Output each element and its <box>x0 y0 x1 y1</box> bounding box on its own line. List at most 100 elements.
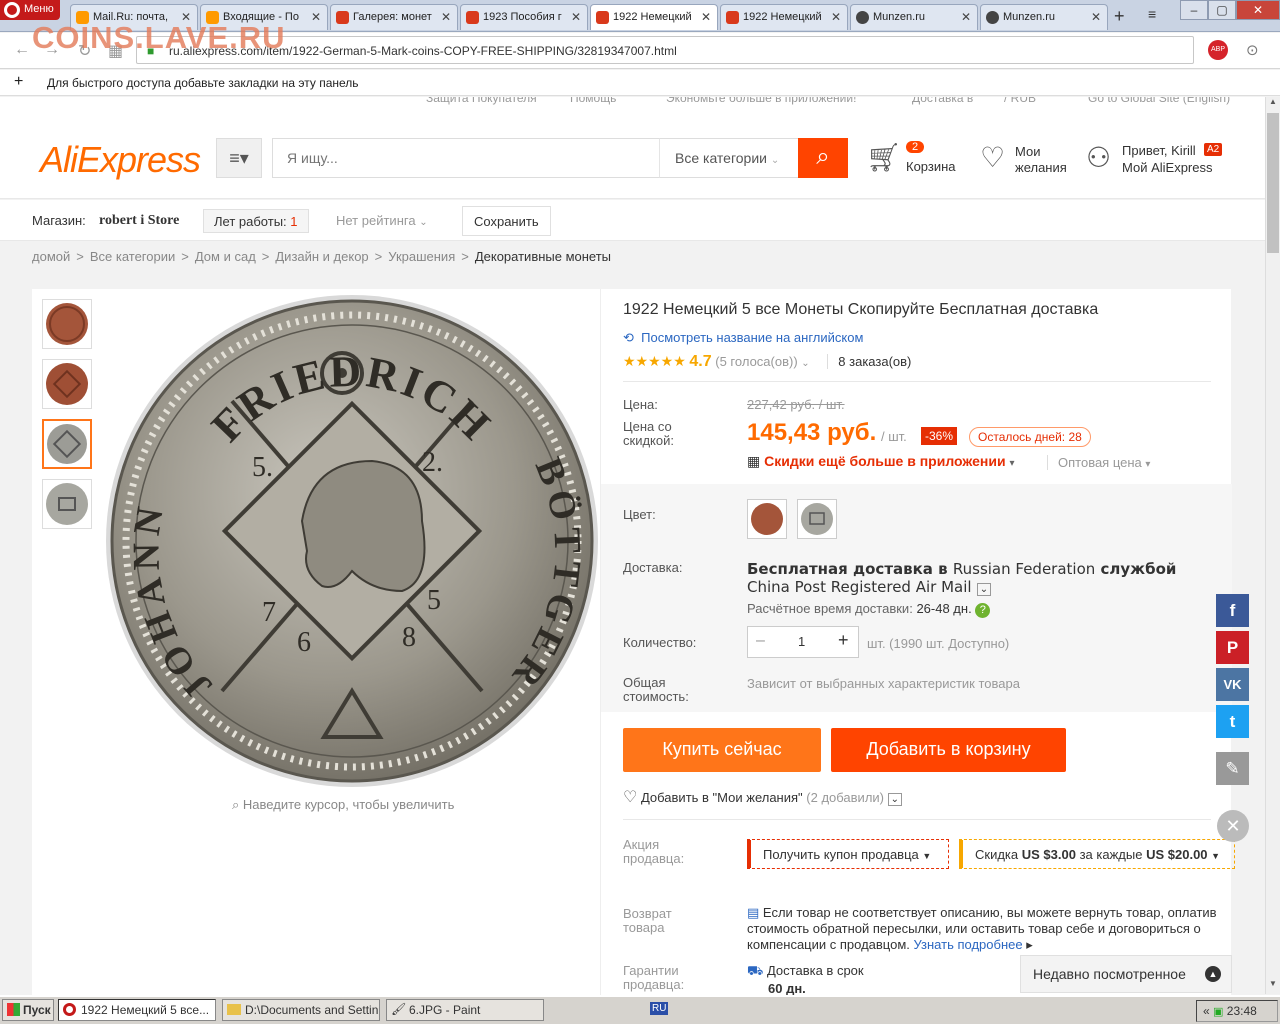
scroll-down-icon[interactable]: ▼ <box>1267 979 1279 993</box>
bookmarks-hint: Для быстрого доступа добавьте закладки н… <box>47 76 359 90</box>
coin-number: 5. <box>252 452 273 483</box>
taskbar-item-opera[interactable]: 1922 Немецкий 5 все... <box>58 999 216 1021</box>
close-tab-icon[interactable]: ✕ <box>1091 10 1101 24</box>
aliexpress-favicon-icon <box>466 11 479 24</box>
twitter-share-icon[interactable]: t <box>1216 705 1249 738</box>
network-icon[interactable]: ▣ <box>1213 1006 1223 1018</box>
help-icon[interactable]: ? <box>975 603 991 618</box>
search-input[interactable] <box>273 139 653 177</box>
add-to-cart-button[interactable]: Добавить в корзину <box>831 728 1066 772</box>
store-name-link[interactable]: robert i Store <box>99 213 179 229</box>
color-option-copper[interactable] <box>747 499 787 539</box>
scroll-thumb[interactable] <box>1267 113 1279 253</box>
cart-link[interactable]: 🛒︎ 2 Корзина <box>866 139 966 179</box>
buyer-protection-link[interactable]: Защита Покупателя <box>426 97 537 105</box>
decrease-qty-button[interactable]: – <box>756 632 765 650</box>
close-tab-icon[interactable]: ✕ <box>571 10 581 24</box>
app-discount-link[interactable]: ▦ Скидки ещё больше в приложении ▾ <box>747 453 1015 470</box>
pinterest-share-icon[interactable]: P <box>1216 631 1249 664</box>
language-indicator[interactable]: RU <box>650 1002 669 1015</box>
buy-now-button[interactable]: Купить сейчас <box>623 728 821 772</box>
shipping-dropdown-icon[interactable]: ⌄ <box>976 583 992 596</box>
close-window-icon[interactable]: ✕ <box>1236 0 1280 20</box>
taskbar-item-paint[interactable]: 🖌︎ 6.JPG - Paint <box>386 999 544 1021</box>
coin-number: 2. <box>422 447 443 478</box>
store-rating[interactable]: Нет рейтинга ⌄ <box>326 209 438 233</box>
chevron-up-icon: ▲ <box>1205 966 1221 982</box>
bookmarks-bar: + Для быстрого доступа добавьте закладки… <box>0 70 1280 96</box>
minimize-icon[interactable]: – <box>1180 0 1208 20</box>
download-icon[interactable]: ⊙ <box>1246 41 1259 59</box>
app-promo-link[interactable]: Экономьте больше в приложении! <box>666 97 856 105</box>
add-to-wishlist-link[interactable]: ♡ Добавить в "Мои желания" (2 добавили) … <box>623 787 903 807</box>
close-tab-icon[interactable]: ✕ <box>701 10 711 24</box>
new-tab-icon[interactable]: + <box>1114 6 1125 27</box>
global-site-link[interactable]: Go to Global Site (English) <box>1088 97 1230 105</box>
categories-menu-button[interactable]: ≡▾ <box>216 138 262 178</box>
browser-tab[interactable]: Галерея: монет ✕ <box>330 4 458 30</box>
feedback-pencil-icon[interactable]: ✎ <box>1216 752 1249 785</box>
browser-tab[interactable]: Munzen.ru ✕ <box>850 4 978 30</box>
url-field[interactable]: ■ ru.aliexpress.com/item/1922-German-5-M… <box>136 36 1223 64</box>
thumbnail-silver-front[interactable] <box>42 419 92 469</box>
close-tab-icon[interactable]: ✕ <box>961 10 971 24</box>
thumbnail-silver-back[interactable] <box>42 479 92 529</box>
total-price: Зависит от выбранных характеристик товар… <box>747 676 1020 691</box>
breadcrumb-design-decor[interactable]: Дизайн и декор <box>275 249 368 264</box>
vk-share-icon[interactable]: VK <box>1216 668 1249 701</box>
add-bookmark-icon[interactable]: + <box>14 73 23 91</box>
adblock-icon[interactable]: ABP <box>1208 40 1228 60</box>
chevron-down-icon: ⌄ <box>770 155 780 166</box>
learn-more-link[interactable]: Узнать подробнее <box>914 937 1023 952</box>
tray-expand-icon[interactable]: « <box>1203 1004 1210 1018</box>
caret-down-icon: ▼ <box>922 851 932 861</box>
wholesale-price-link[interactable]: Оптовая цена ▾ <box>1047 455 1150 470</box>
browser-menu-button[interactable]: Меню <box>0 0 60 20</box>
browser-tab[interactable]: Munzen.ru ✕ <box>980 4 1108 30</box>
back-icon[interactable]: ← <box>14 41 30 59</box>
store-bar: Магазин: robert i Store Лет работы: 1 Не… <box>0 200 1265 241</box>
page-scrollbar[interactable]: ▲ ▼ <box>1265 97 1280 994</box>
breadcrumb-all-categories[interactable]: Все категории <box>90 249 175 264</box>
rating-row: ★★★★★ 4.7 (5 голоса(ов)) ⌄ 8 заказа(ов) <box>623 353 912 370</box>
munzen-favicon-icon <box>986 11 999 24</box>
ship-to-link[interactable]: Доставка в <box>912 97 973 105</box>
get-coupon-button[interactable]: Получить купон продавца ▼ <box>747 839 949 869</box>
category-select[interactable]: Все категории ⌄ <box>659 138 799 178</box>
start-button[interactable]: Пуск <box>2 999 54 1021</box>
breadcrumb-home[interactable]: домой <box>32 249 70 264</box>
qr-code-icon: ▦ <box>747 453 761 469</box>
product-image-coin[interactable]: FRIEDRICH JOHANN BÖTTGER 5. 2. 7 6 8 5 <box>102 291 602 791</box>
close-tab-icon[interactable]: ✕ <box>311 10 321 24</box>
close-share-icon[interactable]: ✕ <box>1217 810 1249 842</box>
votes-link[interactable]: (5 голоса(ов)) <box>715 354 797 369</box>
taskbar-item-explorer[interactable]: D:\Documents and Settin... <box>222 999 380 1021</box>
thumbnail-copper-back[interactable] <box>42 359 92 409</box>
maximize-icon[interactable]: ▢ <box>1208 0 1236 20</box>
tab-list-icon[interactable]: ≡ <box>1148 6 1156 22</box>
scroll-up-icon[interactable]: ▲ <box>1267 97 1279 111</box>
color-option-silver[interactable] <box>797 499 837 539</box>
translate-title-link[interactable]: ⟲ Посмотреть название на английском <box>623 330 863 346</box>
currency-link[interactable]: / RUB <box>1004 97 1036 105</box>
browser-tab-active[interactable]: 1922 Немецкий ✕ <box>590 4 718 30</box>
browser-tab[interactable]: 1922 Немецкий ✕ <box>720 4 848 30</box>
close-tab-icon[interactable]: ✕ <box>441 10 451 24</box>
breadcrumb-jewelry[interactable]: Украшения <box>388 249 455 264</box>
help-link[interactable]: Помощь <box>570 97 616 105</box>
search-button[interactable]: ⌕ <box>798 138 848 178</box>
breadcrumb-home-garden[interactable]: Дом и сад <box>195 249 256 264</box>
clock: 23:48 <box>1226 1004 1257 1018</box>
thumbnail-copper-front[interactable] <box>42 299 92 349</box>
seller-discount[interactable]: Скидка US $3.00 за каждые US $20.00 ▼ <box>959 839 1235 869</box>
cart-label: Корзина <box>906 159 956 174</box>
facebook-share-icon[interactable]: f <box>1216 594 1249 627</box>
quantity-stepper: – 1 + <box>747 626 859 658</box>
save-store-button[interactable]: Сохранить <box>462 206 551 236</box>
recently-viewed-bar[interactable]: Недавно посмотренное ▲ <box>1020 955 1232 993</box>
quantity-input[interactable]: 1 <box>798 634 805 649</box>
browser-tab[interactable]: 1923 Пособия г ✕ <box>460 4 588 30</box>
increase-qty-button[interactable]: + <box>838 630 849 651</box>
close-tab-icon[interactable]: ✕ <box>831 10 841 24</box>
aliexpress-logo[interactable]: AliExpress <box>40 139 201 181</box>
